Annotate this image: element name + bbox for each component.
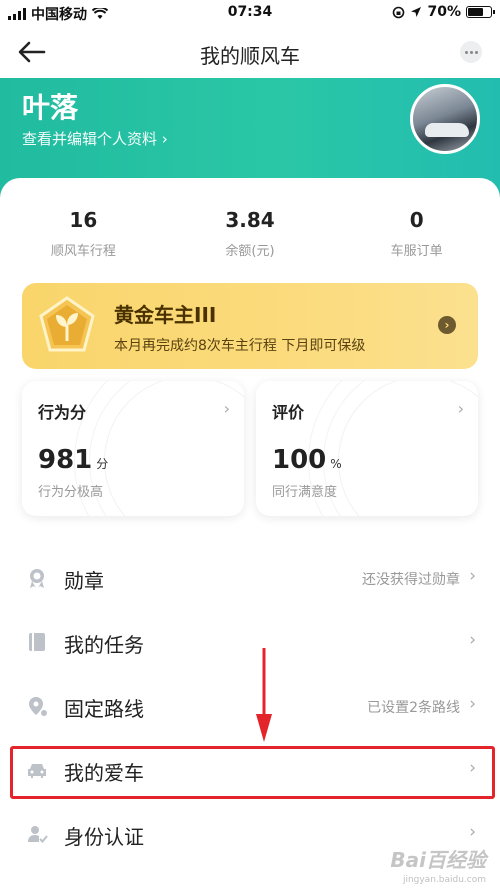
rating-card[interactable]: 评价 › 100% 同行满意度 <box>256 381 478 516</box>
chevron-right-icon: › <box>469 630 476 650</box>
chevron-right-icon: › <box>457 399 464 418</box>
route-pin-icon <box>29 697 47 716</box>
annotation-highlight-box <box>10 746 495 799</box>
battery-icon <box>466 6 495 18</box>
score-desc: 行为分极高 <box>38 485 104 500</box>
menu-item-medals[interactable]: 勋章 还没获得过勋章 › <box>0 545 500 609</box>
score-value-row: 100% <box>272 445 342 475</box>
stat-label: 顺风车行程 <box>50 244 116 259</box>
chevron-right-icon: › <box>223 399 230 418</box>
stat-orders[interactable]: 0 车服订单 <box>333 208 500 259</box>
avatar[interactable] <box>410 84 480 154</box>
stat-value: 3.84 <box>225 208 275 232</box>
stat-balance[interactable]: 3.84 余额(元) <box>167 208 334 259</box>
menu-item-tasks[interactable]: 我的任务 › <box>0 609 500 673</box>
card-title: 评价 <box>272 403 305 422</box>
behavior-score-card[interactable]: 行为分 › 981 分 行为分极高 <box>22 381 244 516</box>
medal-icon <box>30 569 44 588</box>
chevron-right-icon: › <box>438 316 456 334</box>
score-value-row: 981 分 <box>38 445 108 475</box>
stat-value: 16 <box>69 208 98 232</box>
menu-item-hint: 已设置2条路线 <box>367 700 460 716</box>
score-unit: % <box>330 457 342 471</box>
stat-label: 车服订单 <box>390 244 443 259</box>
location-icon <box>411 7 422 17</box>
stat-label: 余额(元) <box>225 244 275 259</box>
menu-item-hint: 还没获得过勋章 <box>362 572 460 588</box>
status-bar: 中国移动 07:34 70% <box>0 0 500 26</box>
gold-owner-banner[interactable]: 黄金车主III 本月再完成约8次车主行程 下月即可保级 › <box>22 283 478 369</box>
chevron-right-icon: › <box>469 822 476 842</box>
gold-title: 黄金车主III <box>114 303 217 327</box>
annotation-arrow-icon <box>256 648 272 742</box>
stats-row: 16 顺风车行程 3.84 余额(元) 0 车服订单 <box>0 208 500 259</box>
menu-item-label: 我的任务 <box>64 633 144 657</box>
stat-trips[interactable]: 16 顺风车行程 <box>0 208 167 259</box>
chevron-right-icon: › <box>469 694 476 714</box>
id-verify-icon <box>28 826 48 843</box>
more-dots-icon[interactable] <box>460 41 482 63</box>
rotation-lock-icon <box>393 6 405 18</box>
task-book-icon <box>29 633 45 651</box>
score-value: 100 <box>272 445 327 475</box>
stat-value: 0 <box>409 208 424 232</box>
card-title: 行为分 <box>38 403 87 422</box>
watermark-url: jingyan.baidu.com <box>402 875 486 885</box>
watermark-brand: Bai百经验 <box>390 848 486 872</box>
driver-summary-card: 16 顺风车行程 3.84 余额(元) 0 车服订单 黄金车主III 本月再完成… <box>0 178 500 543</box>
menu-list: 勋章 还没获得过勋章 › 我的任务 › 固定路线 已设置2条路线 › 我的爱车 … <box>0 543 500 889</box>
score-unit: 分 <box>96 457 109 471</box>
menu-item-label: 身份认证 <box>64 825 144 849</box>
sprout-badge-icon <box>39 296 95 352</box>
score-desc: 同行满意度 <box>272 485 338 500</box>
chevron-right-icon: › <box>469 566 476 586</box>
nav-bar: 我的顺风车 <box>0 28 500 76</box>
page-title: 我的顺风车 <box>200 44 300 68</box>
user-name: 叶落 <box>22 91 79 124</box>
score-value: 981 <box>38 445 93 475</box>
gold-subtitle: 本月再完成约8次车主行程 下月即可保级 <box>114 338 366 354</box>
edit-profile-link[interactable]: 查看并编辑个人资料 › <box>22 128 168 149</box>
menu-item-label: 勋章 <box>64 569 104 593</box>
menu-item-label: 固定路线 <box>64 697 144 721</box>
battery-percent: 70% <box>427 4 461 20</box>
menu-item-routes[interactable]: 固定路线 已设置2条路线 › <box>0 673 500 737</box>
